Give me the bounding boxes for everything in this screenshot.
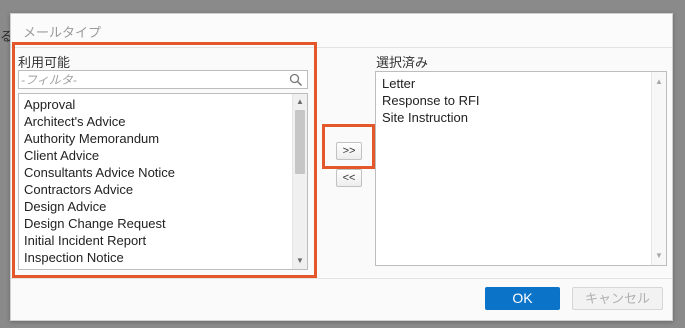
ok-button[interactable]: OK (485, 287, 560, 310)
move-left-button[interactable]: << (336, 169, 362, 187)
selected-list[interactable]: Letter Response to RFI Site Instruction … (375, 71, 667, 266)
selected-scrollbar[interactable]: ▲ ▼ (651, 72, 666, 265)
dialog-title: メールタイプ (23, 25, 102, 40)
scroll-down-icon[interactable]: ▼ (652, 249, 666, 263)
footer-divider (11, 278, 672, 279)
available-pane-highlight (12, 42, 317, 278)
scroll-up-icon[interactable]: ▲ (652, 75, 666, 89)
cancel-button[interactable]: キャンセル (572, 287, 663, 310)
mail-type-dialog: メールタイプ 利用可能 Approval Architect's Advice … (10, 13, 673, 321)
selected-list-item[interactable]: Response to RFI (377, 92, 666, 109)
selected-list-item[interactable]: Letter (377, 75, 666, 92)
move-right-highlight (322, 124, 375, 169)
selected-label: 選択済み (376, 55, 429, 70)
selected-list-item[interactable]: Site Instruction (377, 109, 666, 126)
